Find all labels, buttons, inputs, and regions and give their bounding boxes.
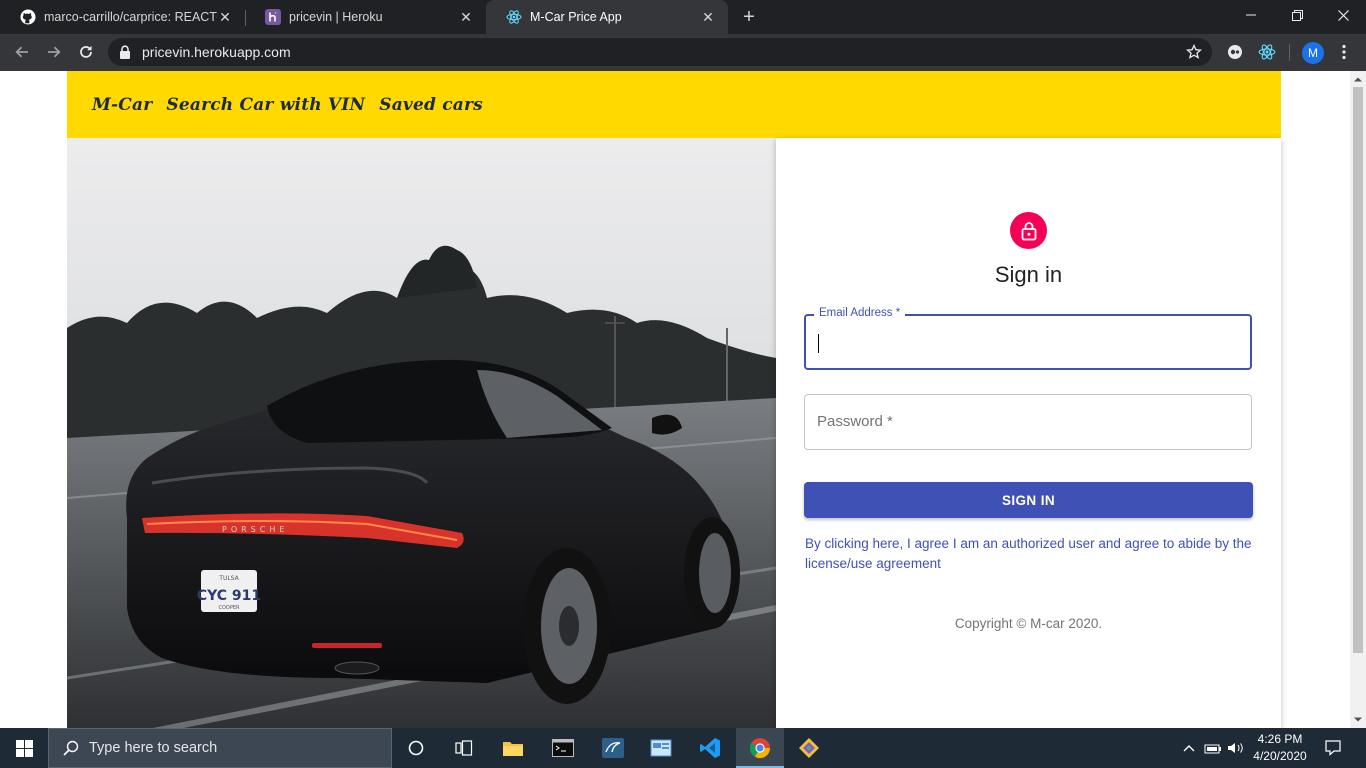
heroku-icon	[265, 9, 281, 25]
windows-start-button[interactable]	[0, 728, 48, 768]
search-placeholder: Type here to search	[89, 740, 218, 756]
clock-time: 4:26 PM	[1257, 732, 1303, 746]
text-caret	[818, 334, 819, 353]
system-clock[interactable]: 4:26 PM 4/20/2020	[1244, 731, 1316, 765]
new-tab-button[interactable]: +	[738, 6, 760, 28]
scroll-up-arrow-icon[interactable]	[1350, 71, 1366, 87]
lock-outline-icon	[1021, 221, 1036, 240]
lock-icon[interactable]	[119, 45, 131, 64]
close-tab-icon[interactable]: ✕	[700, 9, 716, 25]
windows-logo-icon	[15, 739, 33, 757]
browser-toolbar: pricevin.herokuapp.com M	[0, 34, 1366, 71]
react-icon	[506, 9, 522, 25]
tab-title: M-Car Price App	[530, 10, 622, 24]
scroll-down-arrow-icon[interactable]	[1350, 712, 1366, 728]
tab-heroku[interactable]: pricevin | Heroku ✕	[245, 0, 486, 34]
tray-overflow-chevron-icon[interactable]	[1178, 728, 1200, 768]
url-text: pricevin.herokuapp.com	[142, 44, 291, 60]
plate-bottom-text: COOPER	[218, 605, 240, 611]
minimize-button[interactable]	[1228, 0, 1274, 30]
back-button[interactable]	[10, 40, 34, 64]
search-icon	[63, 740, 79, 756]
hero-car-image: PORSCHE TULSA CYC 911 COOPER	[67, 138, 776, 728]
scrollbar-thumb[interactable]	[1353, 87, 1363, 653]
tab-title: marco-carrillo/carprice: REACT-b	[44, 10, 217, 24]
nav-link-saved-cars[interactable]: Saved cars	[379, 95, 483, 115]
page-scrollbar[interactable]	[1350, 71, 1366, 728]
plate-number: CYC 911	[197, 588, 261, 604]
git-kraken-icon[interactable]	[785, 728, 833, 768]
tab-title: pricevin | Heroku	[289, 10, 383, 24]
app-navbar: M-Car Search Car with VIN Saved cars	[67, 71, 1281, 138]
browser-tab-strip: marco-carrillo/carprice: REACT-b ✕ price…	[0, 0, 1366, 34]
toolbar-divider	[1289, 44, 1290, 61]
copyright-text: Copyright © M-car 2020.	[954, 616, 1103, 631]
email-field[interactable]: Email Address *	[804, 307, 1252, 370]
extension-icon[interactable]	[1225, 42, 1245, 62]
chrome-taskbar-icon[interactable]	[736, 728, 784, 768]
clock-date: 4/20/2020	[1253, 749, 1307, 763]
address-bar[interactable]: pricevin.herokuapp.com	[108, 38, 1212, 66]
close-tab-icon[interactable]: ✕	[217, 9, 233, 25]
tab-github[interactable]: marco-carrillo/carprice: REACT-b ✕	[0, 0, 245, 34]
profile-avatar[interactable]: M	[1302, 42, 1324, 64]
signin-panel: Sign in Email Address * Password * SIGN …	[776, 138, 1281, 728]
terminal-icon[interactable]	[539, 728, 587, 768]
page-viewport: M-Car Search Car with VIN Saved cars POR…	[0, 71, 1350, 728]
tab-mcar-price-app[interactable]: M-Car Price App ✕	[486, 0, 728, 34]
control-panel-icon[interactable]	[637, 728, 685, 768]
close-window-button[interactable]	[1320, 0, 1366, 30]
forward-button[interactable]	[42, 40, 66, 64]
windows-taskbar: Type here to search 4:26 PM 4/20/2020	[0, 728, 1366, 768]
notifications-icon[interactable]	[1320, 728, 1346, 768]
bookmark-star-icon[interactable]	[1185, 43, 1203, 65]
close-tab-icon[interactable]: ✕	[458, 9, 474, 25]
email-label: Email Address *	[814, 307, 906, 319]
signin-title: Sign in	[994, 262, 1063, 287]
car-brand-text: PORSCHE	[222, 525, 288, 534]
restore-button[interactable]	[1274, 0, 1320, 30]
reload-button[interactable]	[74, 40, 98, 64]
nav-link-search-vin[interactable]: Search Car with VIN	[166, 95, 365, 115]
menu-kebab-icon[interactable]	[1334, 42, 1354, 62]
brand-link[interactable]: M-Car	[92, 95, 152, 115]
password-field[interactable]: Password *	[804, 394, 1252, 450]
plate-top-text: TULSA	[218, 575, 239, 582]
github-icon	[20, 9, 36, 25]
taskbar-search-box[interactable]: Type here to search	[48, 728, 392, 768]
cortana-icon[interactable]	[392, 728, 440, 768]
agreement-link[interactable]: By clicking here, I agree I am an author…	[805, 534, 1255, 574]
vscode-icon[interactable]	[686, 728, 734, 768]
react-devtools-icon[interactable]	[1257, 42, 1277, 62]
file-explorer-icon[interactable]	[489, 728, 537, 768]
mysql-workbench-icon[interactable]	[589, 728, 637, 768]
task-view-icon[interactable]	[440, 728, 488, 768]
password-placeholder: Password *	[817, 413, 893, 430]
battery-icon[interactable]	[1202, 728, 1224, 768]
lock-avatar	[1010, 212, 1047, 249]
signin-button[interactable]: SIGN IN	[804, 482, 1253, 518]
